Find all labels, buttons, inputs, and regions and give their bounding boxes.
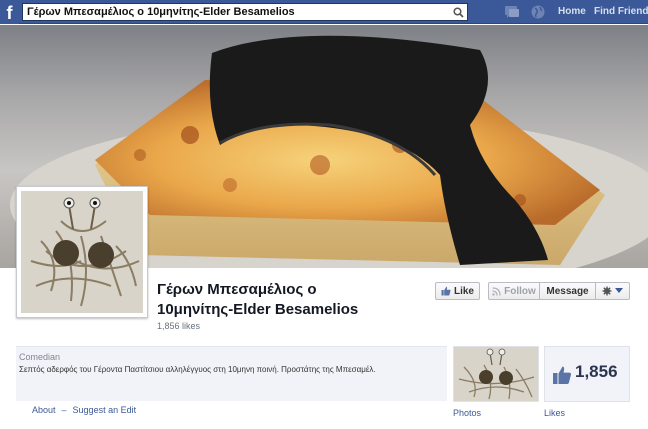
facebook-logo[interactable]: f <box>0 0 19 24</box>
search-button[interactable] <box>449 4 467 20</box>
photos-thumbnail <box>454 347 538 401</box>
likes-count: 1,856 likes <box>157 321 201 331</box>
about-box: Comedian Σεπτός αδερφός του Γέροντα Παστ… <box>16 346 447 401</box>
chevron-down-icon <box>615 288 623 293</box>
likes-box-number: 1,856 <box>575 362 618 381</box>
follow-button[interactable]: Follow <box>488 282 540 300</box>
likes-app-box[interactable]: 1,856 <box>544 346 630 402</box>
nav-find-friends-link[interactable]: Find Friends <box>594 6 648 17</box>
suggest-edit-link[interactable]: Suggest an Edit <box>73 405 137 415</box>
message-button[interactable]: Message <box>540 282 596 300</box>
page-actions: Follow Message <box>488 282 630 300</box>
page-title-line1: Γέρων Μπεσαμέλιος ο <box>157 281 317 298</box>
thumbs-up-icon <box>441 286 451 296</box>
friend-requests-icon[interactable] <box>504 4 520 20</box>
like-button[interactable]: Like <box>435 282 480 300</box>
page-options-button[interactable] <box>596 282 630 300</box>
flying-spaghetti-monster-image <box>21 191 143 313</box>
page-description: Σεπτός αδερφός του Γέροντα Παστίτσιου αλ… <box>19 365 376 374</box>
search-icon <box>452 6 464 18</box>
profile-picture[interactable] <box>16 186 148 318</box>
link-separator: – <box>61 405 67 415</box>
photos-label[interactable]: Photos <box>453 408 481 418</box>
follow-button-label: Follow <box>504 285 536 297</box>
nav-home-link[interactable]: Home <box>558 6 586 17</box>
search-bar[interactable]: Γέρων Μπεσαμέλιος ο 10μηνίτης-Elder Besa… <box>22 3 468 21</box>
thumbs-up-icon <box>553 366 572 384</box>
facebook-page: f Γέρων Μπεσαμέλιος ο 10μηνίτης-Elder Be… <box>0 0 648 429</box>
gear-icon <box>602 286 612 296</box>
page-category: Comedian <box>19 352 61 362</box>
about-link[interactable]: About <box>32 405 56 415</box>
about-links: About – Suggest an Edit <box>32 405 136 415</box>
photos-app-box[interactable] <box>453 346 539 402</box>
globe-icon[interactable] <box>530 4 546 20</box>
top-bar: f Γέρων Μπεσαμέλιος ο 10μηνίτης-Elder Be… <box>0 0 648 24</box>
likes-label[interactable]: Likes <box>544 408 565 418</box>
page-title: Γέρων Μπεσαμέλιος ο 10μηνίτης-Elder Besa… <box>157 280 427 320</box>
rss-icon <box>492 286 501 296</box>
message-button-label: Message <box>546 285 589 297</box>
page-title-line2: 10μηνίτης-Elder Besamelios <box>157 301 359 318</box>
like-button-label: Like <box>453 285 474 297</box>
search-input[interactable]: Γέρων Μπεσαμέλιος ο 10μηνίτης-Elder Besa… <box>23 6 449 18</box>
